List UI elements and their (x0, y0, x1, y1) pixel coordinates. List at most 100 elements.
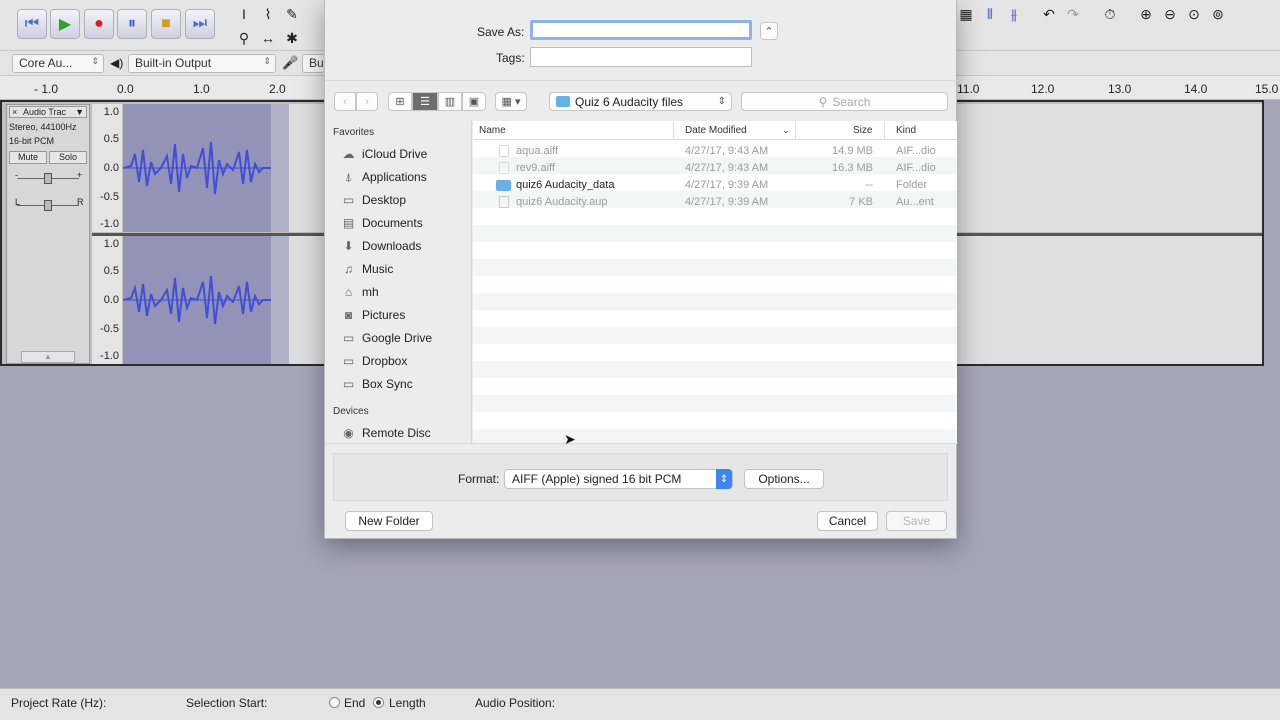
expand-dialog-button[interactable]: ⌃ (760, 22, 778, 40)
selection-tool[interactable]: I (233, 3, 255, 25)
save-dialog: Save As: ⌃ Tags: ‹ › ⊞ ☰ ▥ ▣ ▦ ▾ Quiz 6 … (324, 0, 958, 539)
zoom-in-button[interactable]: ⊕ (1135, 3, 1157, 25)
length-label: Length (389, 696, 426, 710)
end-radio[interactable] (329, 697, 340, 708)
length-radio[interactable] (373, 697, 384, 708)
waveform-left-channel[interactable] (122, 104, 271, 232)
gain-slider-thumb[interactable] (44, 173, 52, 184)
redo-button[interactable]: ↷ (1062, 3, 1084, 25)
ruler-tick: 14.0 (1184, 82, 1208, 96)
zoom-tool[interactable]: ⚲ (233, 27, 255, 49)
file-date: 4/27/17, 9:39 AM (685, 179, 769, 191)
undo-button[interactable]: ↶ (1038, 3, 1060, 25)
sidebar-item-box-sync[interactable]: ▭ Box Sync (341, 374, 413, 394)
close-track-icon[interactable]: × (12, 107, 17, 117)
row-stripe (473, 293, 957, 310)
format-select[interactable]: AIFF (Apple) signed 16 bit PCM ⇕ (504, 469, 733, 489)
vertical-scale-right: 1.0 0.5 0.0 -0.5 -1.0 (92, 236, 122, 364)
arrange-button[interactable]: ▦ ▾ (495, 92, 527, 111)
new-folder-button[interactable]: New Folder (345, 511, 433, 531)
pencil-icon: ✎ (286, 5, 298, 22)
column-header-date[interactable]: Date Modified (685, 125, 747, 136)
cut-preview-button[interactable]: ⫵ (1003, 3, 1025, 25)
zoom-out-button[interactable]: ⊖ (1159, 3, 1181, 25)
envelope-icon: ⌇ (264, 5, 272, 22)
file-kind: Au...ent (896, 196, 934, 208)
icon-view-button[interactable]: ⊞ (388, 92, 412, 111)
column-header-size[interactable]: Size (853, 125, 872, 136)
pan-slider-thumb[interactable] (44, 200, 52, 211)
scale-label: 1.0 (103, 106, 119, 118)
pause-button[interactable]: ⏸ (117, 9, 147, 39)
sidebar-item-documents[interactable]: ▤ Documents (341, 213, 423, 233)
stop-button[interactable]: ■ (151, 9, 181, 39)
skip-end-icon: ⏭ (192, 15, 208, 32)
tags-input[interactable] (530, 47, 752, 67)
sidebar-item-pictures[interactable]: ◙ Pictures (341, 305, 405, 325)
sidebar-item-icloud-drive[interactable]: ☁ iCloud Drive (341, 144, 428, 164)
column-header-kind[interactable]: Kind (896, 125, 916, 136)
sidebar-item-home[interactable]: ⌂ mh (341, 282, 379, 302)
back-button[interactable]: ‹ (334, 92, 356, 111)
sidebar-item-label: Applications (362, 170, 427, 184)
track-name-button[interactable]: × Audio Trac ▼ (9, 106, 87, 118)
fit-project-button[interactable]: ⊚ (1207, 3, 1229, 25)
waveform-tail (271, 236, 289, 364)
sidebar-item-applications[interactable]: ⍋ Applications (341, 167, 427, 187)
sidebar-item-dropbox[interactable]: ▭ Dropbox (341, 351, 408, 371)
waveform-right-channel[interactable] (122, 236, 271, 364)
location-value: Quiz 6 Audacity files (575, 94, 684, 109)
document-icon (499, 196, 509, 208)
cancel-button[interactable]: Cancel (817, 511, 878, 531)
envelope-tool[interactable]: ⌇ (257, 3, 279, 25)
skip-to-end-button[interactable]: ⏭ (185, 9, 215, 39)
sidebar-item-label: Box Sync (362, 377, 413, 391)
folder-icon (496, 180, 511, 191)
record-button[interactable]: ● (84, 9, 114, 39)
options-button[interactable]: Options... (744, 469, 824, 489)
sidebar-item-remote-disc[interactable]: ◉ Remote Disc (341, 423, 430, 443)
sidebar-item-downloads[interactable]: ⬇ Downloads (341, 236, 421, 256)
audio-host-select[interactable]: Core Au... ⇕ (12, 54, 104, 73)
file-name: quiz6 Audacity_data (516, 179, 615, 191)
track-name: Audio Trac (23, 107, 67, 117)
search-field[interactable]: ⚲ Search (741, 92, 948, 111)
silence-button[interactable]: ⫴ (979, 3, 1001, 25)
column-view-button[interactable]: ▥ (438, 92, 462, 111)
skip-to-start-button[interactable]: ⏮ (17, 9, 47, 39)
fit-selection-button[interactable]: ⊙ (1183, 3, 1205, 25)
trim-outside-button[interactable]: ▦ (955, 3, 977, 25)
file-icon (499, 162, 509, 174)
location-select[interactable]: Quiz 6 Audacity files ⇕ (549, 92, 732, 111)
home-icon: ⌂ (344, 285, 353, 299)
audio-host-value: Core Au... (19, 56, 73, 70)
solo-button[interactable]: Solo (49, 151, 87, 164)
save-as-input[interactable] (530, 20, 752, 40)
trim-icon: ▦ (959, 5, 973, 22)
ruler-tick: - 1.0 (34, 82, 59, 96)
multi-tool[interactable]: ✱ (281, 27, 303, 49)
mute-button[interactable]: Mute (9, 151, 47, 164)
stopwatch-icon: ⏱ (1104, 5, 1116, 22)
silence-icon: ⫴ (987, 5, 993, 22)
forward-button[interactable]: › (356, 92, 378, 111)
search-icon: ⚲ (818, 94, 828, 109)
cover-flow-button[interactable]: ▣ (462, 92, 486, 111)
save-button[interactable]: Save (886, 511, 947, 531)
play-button[interactable]: ▶ (50, 9, 80, 39)
collapse-track-button[interactable]: ▲ (21, 351, 75, 363)
list-view-button[interactable]: ☰ (412, 92, 438, 111)
time-shift-tool[interactable]: ↔ (257, 27, 279, 49)
sidebar-item-music[interactable]: ♫ Music (341, 259, 393, 279)
file-name: quiz6 Audacity.aup (516, 196, 608, 208)
sync-lock-button[interactable]: ⏱ (1099, 3, 1121, 25)
sidebar-item-google-drive[interactable]: ▭ Google Drive (341, 328, 432, 348)
sidebar-item-desktop[interactable]: ▭ Desktop (341, 190, 406, 210)
file-row[interactable]: quiz6 Audacity_data 4/27/17, 9:39 AM -- … (473, 177, 957, 194)
column-header-name[interactable]: Name (479, 125, 506, 136)
devices-heading: Devices (333, 406, 369, 417)
input-device-select[interactable]: Bui (302, 54, 324, 73)
output-device-select[interactable]: Built-in Output ⇕ (128, 54, 276, 73)
track-menu-icon[interactable]: ▼ (75, 107, 84, 117)
draw-tool[interactable]: ✎ (281, 3, 303, 25)
